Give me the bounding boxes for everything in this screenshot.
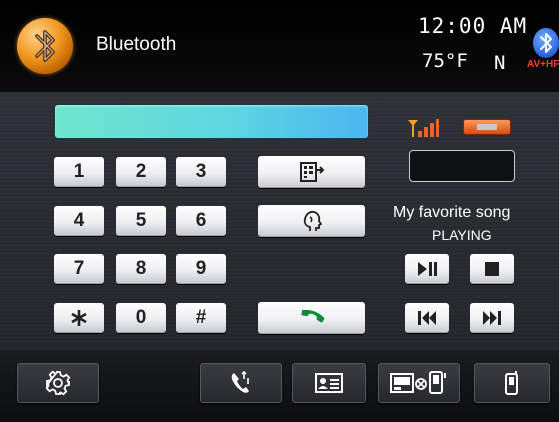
song-title: My favorite song (393, 204, 511, 221)
key-4[interactable]: 4 (54, 206, 104, 236)
key-5[interactable]: 5 (116, 206, 166, 236)
bluetooth-profile-label: AV+HF (527, 59, 559, 70)
compass-heading: N (494, 52, 506, 74)
pair-device-button[interactable] (378, 363, 460, 403)
battery-icon (464, 120, 510, 134)
call-log-icon (231, 370, 249, 393)
contacts-transfer-icon (299, 162, 324, 182)
voice-dial-button[interactable] (258, 205, 365, 237)
contacts-transfer-button[interactable] (258, 156, 365, 188)
play-pause-icon (418, 262, 437, 276)
bluetooth-status-badge: AV+HF (527, 28, 559, 72)
number-display (55, 105, 368, 138)
pair-device-icon (390, 371, 446, 394)
contact-card-icon (315, 373, 343, 393)
key-1[interactable]: 1 (54, 157, 104, 187)
phone-button[interactable] (474, 363, 550, 403)
previous-track-icon (418, 311, 436, 325)
play-pause-button[interactable] (405, 254, 449, 284)
signal-strength-icon (406, 118, 440, 143)
phone-icon (505, 371, 518, 395)
next-track-button[interactable] (470, 303, 514, 333)
device-name-field (409, 150, 515, 182)
key-2[interactable]: 2 (116, 157, 166, 187)
call-button[interactable] (258, 302, 365, 334)
stop-button[interactable] (470, 254, 514, 284)
bluetooth-logo-icon[interactable] (17, 18, 73, 74)
key-3[interactable]: 3 (176, 157, 226, 187)
previous-track-button[interactable] (405, 303, 449, 333)
asterisk-icon (71, 310, 87, 326)
clock: 12:00 AM (418, 14, 528, 38)
settings-icon (45, 370, 71, 396)
call-icon (300, 310, 325, 323)
contacts-button[interactable] (292, 363, 366, 403)
bluetooth-icon (533, 28, 559, 58)
key-7[interactable]: 7 (54, 254, 104, 284)
settings-button[interactable] (17, 363, 99, 403)
bluetooth-screen: Bluetooth 12:00 AM 75°F N AV+HF 1 2 3 4 … (0, 0, 559, 422)
voice-dial-icon (303, 210, 322, 231)
dialer-panel: 1 2 3 4 5 6 7 8 9 0 # My favorite song P… (0, 92, 559, 350)
app-title: Bluetooth (96, 34, 177, 55)
stop-icon (485, 262, 499, 276)
song-status: PLAYING (432, 227, 492, 243)
key-hash[interactable]: # (176, 303, 226, 333)
header-bar: Bluetooth 12:00 AM 75°F N AV+HF (0, 0, 559, 92)
bottom-nav-bar (0, 350, 559, 422)
key-0[interactable]: 0 (116, 303, 166, 333)
key-8[interactable]: 8 (116, 254, 166, 284)
outside-temperature: 75°F (422, 50, 468, 72)
next-track-icon (483, 311, 501, 325)
key-star[interactable] (54, 303, 104, 333)
key-6[interactable]: 6 (176, 206, 226, 236)
key-9[interactable]: 9 (176, 254, 226, 284)
call-log-button[interactable] (200, 363, 282, 403)
